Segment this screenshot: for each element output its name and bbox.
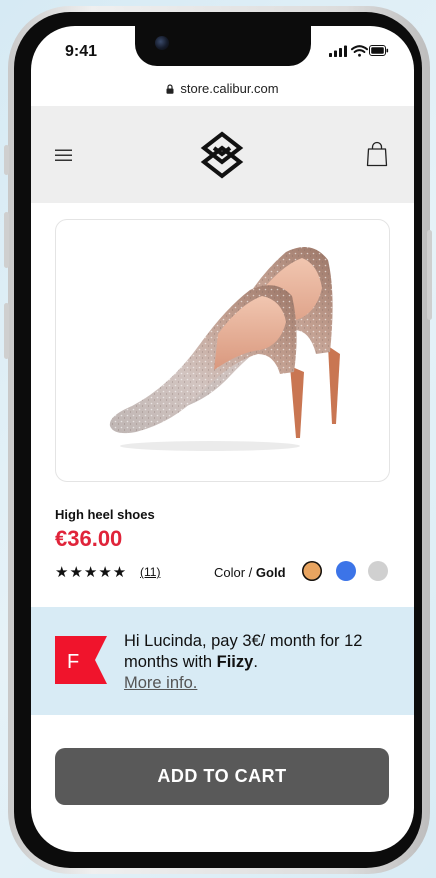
color-swatch-silver[interactable] bbox=[368, 561, 388, 581]
fiizy-logo-icon: F bbox=[55, 636, 107, 684]
financing-brand: Fiizy bbox=[216, 653, 254, 671]
shopping-bag-icon[interactable] bbox=[366, 141, 388, 167]
signal-icon bbox=[329, 45, 347, 57]
selected-color: Gold bbox=[255, 565, 286, 580]
financing-period: . bbox=[253, 653, 258, 671]
high-heel-shoe-image bbox=[109, 247, 340, 451]
browser-url-bar[interactable]: store.calibur.com bbox=[31, 81, 414, 96]
color-swatch-gold[interactable] bbox=[302, 561, 322, 581]
phone-silent-switch bbox=[4, 145, 9, 175]
url-text: store.calibur.com bbox=[180, 81, 279, 96]
color-label: Color / Gold bbox=[214, 565, 286, 580]
hamburger-icon[interactable] bbox=[55, 149, 73, 162]
add-to-cart-button[interactable]: ADD TO CART bbox=[55, 748, 389, 805]
status-icons bbox=[329, 44, 389, 63]
phone-screen: 9:41 store.calibur.com High heel shoes €… bbox=[31, 26, 414, 852]
star-rating-icon: ★★★★★ bbox=[55, 564, 128, 581]
financing-message: Hi Lucinda, pay 3€/ month for 12 months … bbox=[124, 631, 394, 694]
store-header bbox=[31, 106, 414, 203]
phone-power-button bbox=[427, 230, 432, 320]
calibur-logo-icon[interactable] bbox=[200, 131, 244, 179]
review-count-link[interactable]: (11) bbox=[140, 565, 160, 579]
product-price: €36.00 bbox=[55, 526, 123, 551]
fiizy-financing-banner: F Hi Lucinda, pay 3€/ month for 12 month… bbox=[31, 607, 414, 715]
product-name: High heel shoes bbox=[55, 507, 155, 522]
battery-icon bbox=[369, 45, 389, 56]
more-info-link[interactable]: More info. bbox=[124, 673, 394, 694]
product-image-card[interactable] bbox=[55, 219, 390, 482]
status-time: 9:41 bbox=[65, 43, 98, 60]
phone-volume-down bbox=[4, 303, 9, 359]
back-shoe-heel bbox=[328, 346, 340, 424]
lock-icon bbox=[166, 84, 174, 94]
color-swatch-blue[interactable] bbox=[336, 561, 356, 581]
camera-icon bbox=[155, 36, 169, 50]
color-label-prefix: Color / bbox=[214, 565, 256, 580]
wifi-icon bbox=[351, 45, 368, 57]
fiizy-logo-letter: F bbox=[67, 651, 79, 673]
front-shoe-heel bbox=[290, 366, 304, 438]
notch bbox=[135, 26, 311, 66]
phone-volume-up bbox=[4, 212, 9, 268]
